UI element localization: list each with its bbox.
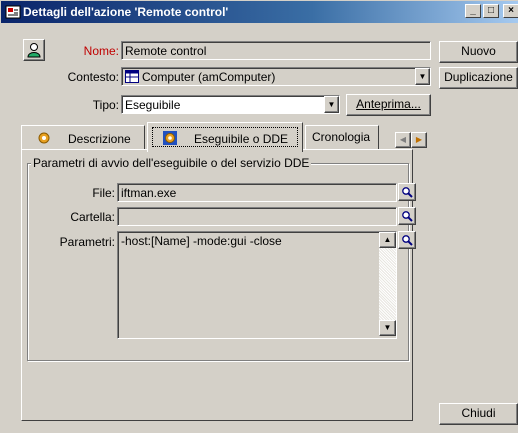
gear-icon <box>162 130 178 149</box>
tipo-select[interactable]: Eseguibile ▼ <box>121 95 340 114</box>
group-title: Parametri di avvio dell'eseguibile o del… <box>31 156 312 170</box>
title-bar[interactable]: Dettagli dell'azione 'Remote control' _ … <box>1 1 518 23</box>
record-icon-button[interactable] <box>23 39 45 61</box>
contesto-field[interactable]: Computer (amComputer) ▼ <box>121 67 431 86</box>
parametri-textarea[interactable]: -host:[Name] -mode:gui -close ▲ ▼ <box>117 231 397 339</box>
tab-descrizione[interactable]: Descrizione <box>21 125 145 150</box>
gear-icon <box>36 130 52 149</box>
tab-scroll-right[interactable]: ▶ <box>411 132 427 148</box>
cartella-zoom-button[interactable] <box>398 207 416 225</box>
magnifier-icon <box>401 186 413 201</box>
tab-eseguibile-dde[interactable]: Eseguibile o DDE <box>147 122 303 152</box>
contesto-label: Contesto: <box>67 70 119 84</box>
tab-eseguibile-label: Eseguibile o DDE <box>194 132 289 146</box>
maximize-button[interactable]: □ <box>483 4 499 18</box>
chevron-down-icon[interactable]: ▼ <box>324 96 339 113</box>
parametri-zoom-button[interactable] <box>398 231 416 249</box>
minimize-button[interactable]: _ <box>465 4 481 18</box>
parametri-label: Parametri: <box>59 235 115 249</box>
tab-descrizione-label: Descrizione <box>68 132 131 146</box>
file-label: File: <box>92 186 115 200</box>
anteprima-button[interactable]: Anteprima... <box>346 94 431 116</box>
action-details-window: Dettagli dell'azione 'Remote control' _ … <box>0 0 518 433</box>
scroll-down-icon[interactable]: ▼ <box>379 320 396 336</box>
close-button[interactable]: × <box>503 4 518 18</box>
parametri-scrollbar[interactable]: ▲ ▼ <box>379 232 396 336</box>
tab-cronologia-label: Cronologia <box>312 130 371 144</box>
tipo-value: Eseguibile <box>125 98 181 112</box>
user-icon <box>26 42 42 61</box>
file-zoom-button[interactable] <box>398 183 416 201</box>
cartella-label: Cartella: <box>70 210 115 224</box>
tab-scroll-left[interactable]: ◀ <box>395 132 411 148</box>
cartella-field[interactable] <box>117 207 397 226</box>
nome-label: Nome: <box>83 44 119 58</box>
nome-field[interactable]: Remote control <box>121 41 431 60</box>
magnifier-icon <box>401 234 413 249</box>
tab-cronologia[interactable]: Cronologia <box>305 125 379 150</box>
scroll-up-icon[interactable]: ▲ <box>379 232 396 248</box>
action-icon <box>5 5 21 19</box>
tipo-label: Tipo: <box>92 98 119 112</box>
table-icon <box>125 70 139 85</box>
chiudi-button[interactable]: Chiudi <box>439 403 518 425</box>
window-title: Dettagli dell'azione 'Remote control' <box>23 5 229 19</box>
parametri-value: -host:[Name] -mode:gui -close <box>121 234 282 248</box>
nuovo-button[interactable]: Nuovo <box>439 41 518 63</box>
file-field[interactable]: iftman.exe <box>117 183 397 202</box>
magnifier-icon <box>401 210 413 225</box>
contesto-value: Computer (amComputer) <box>142 70 276 84</box>
duplicazione-button[interactable]: Duplicazione <box>439 67 518 89</box>
chevron-down-icon[interactable]: ▼ <box>415 68 430 85</box>
